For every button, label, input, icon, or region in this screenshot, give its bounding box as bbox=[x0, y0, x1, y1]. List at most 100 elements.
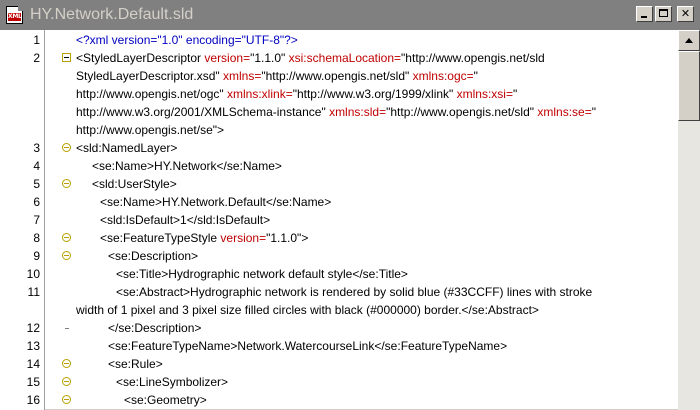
xml-token: "http://www.opengis.net/sld bbox=[401, 51, 545, 65]
code-line[interactable]: 12 </se:Description> bbox=[0, 319, 678, 337]
xml-token: " bbox=[473, 69, 478, 83]
xml-token: <sld:UserStyle> bbox=[92, 177, 177, 191]
xml-file-icon: XML bbox=[6, 6, 23, 24]
xml-token: <se:Description> bbox=[108, 249, 199, 263]
line-number: 7 bbox=[33, 213, 40, 227]
xml-attribute-name: xmlns:ogc= bbox=[412, 69, 474, 83]
editor-client-area: 1 <?xml version="1.0" encoding="UTF-8"?> 2… bbox=[0, 29, 700, 410]
line-number: 4 bbox=[33, 159, 40, 173]
code-line[interactable]: 7 <sld:IsDefault>1</sld:IsDefault> bbox=[0, 211, 678, 229]
code-text: <se:Geometry> bbox=[124, 391, 207, 409]
code-line[interactable]: http://www.opengis.net/ogc" xmlns:xlink=… bbox=[0, 85, 678, 103]
code-text: <se:Name>HY.Network</se:Name> bbox=[92, 157, 282, 175]
xml-token: <sld:NamedLayer> bbox=[76, 141, 178, 155]
close-icon: ✕ bbox=[680, 7, 691, 20]
code-line[interactable]: 2 <StyledLayerDescriptor version="1.1.0" … bbox=[0, 49, 678, 67]
editor-window: XML HY.Network.Default.sld ✕ 1 <?xml vers… bbox=[0, 0, 700, 410]
fold-collapse-icon[interactable] bbox=[61, 355, 72, 373]
xml-token: </se:FeatureTypeName> bbox=[374, 339, 508, 353]
code-line[interactable]: StyledLayerDescriptor.xsd" xmlns="http:/… bbox=[0, 67, 678, 85]
code-text: http://www.w3.org/2001/XMLSchema-instanc… bbox=[76, 103, 596, 121]
xml-token: </sld:IsDefault> bbox=[186, 213, 271, 227]
fold-end-icon bbox=[61, 319, 72, 337]
code-text: http://www.opengis.net/ogc" xmlns:xlink=… bbox=[76, 85, 517, 103]
close-button[interactable]: ✕ bbox=[677, 6, 694, 22]
code-line[interactable]: width of 1 pixel and 3 pixel size filled… bbox=[0, 301, 678, 319]
code-text: <se:Name>HY.Network.Default</se:Name> bbox=[100, 193, 331, 211]
fold-collapse-icon[interactable] bbox=[61, 139, 72, 157]
line-number: 9 bbox=[33, 249, 40, 263]
xml-token: <se:LineSymbolizer> bbox=[116, 375, 229, 389]
xml-attribute-name: xmlns:se= bbox=[537, 105, 592, 119]
line-number bbox=[0, 301, 40, 319]
xml-token: </se:Title> bbox=[352, 267, 408, 281]
xml-attribute-name: xmlns:xsi= bbox=[456, 87, 513, 101]
code-line[interactable]: 11 <se:Abstract>Hydrographic network is r… bbox=[0, 283, 678, 301]
code-line[interactable]: 6 <se:Name>HY.Network.Default</se:Name> bbox=[0, 193, 678, 211]
code-text: <se:Rule> bbox=[108, 355, 163, 373]
fold-collapse-icon[interactable] bbox=[61, 175, 72, 193]
line-number: 14 bbox=[26, 357, 40, 371]
xml-token: </se:Description> bbox=[108, 321, 202, 335]
line-number bbox=[0, 67, 40, 85]
minimize-icon bbox=[641, 16, 647, 18]
code-text: <se:Description> bbox=[108, 247, 198, 265]
code-line[interactable]: 3 <sld:NamedLayer> bbox=[0, 139, 678, 157]
line-number: 10 bbox=[26, 267, 40, 281]
line-number bbox=[0, 121, 40, 139]
fold-collapse-icon[interactable] bbox=[61, 229, 72, 247]
xml-token: Network.WatercourseLink bbox=[237, 339, 375, 353]
scroll-up-button[interactable] bbox=[678, 30, 700, 51]
xml-token: Hydrographic network default style bbox=[168, 267, 353, 281]
fold-collapse-icon[interactable] bbox=[61, 247, 72, 265]
code-line[interactable]: http://www.opengis.net/se"> bbox=[0, 121, 678, 139]
fold-collapse-icon[interactable] bbox=[61, 373, 72, 391]
xml-token: <se:FeatureTypeName> bbox=[108, 339, 238, 353]
fold-collapse-icon[interactable] bbox=[61, 49, 72, 67]
code-line[interactable]: 8 <se:FeatureTypeStyle version="1.1.0"> bbox=[0, 229, 678, 247]
xml-attribute-name: xmlns= bbox=[223, 69, 262, 83]
code-line[interactable]: 1 <?xml version="1.0" encoding="UTF-8"?> bbox=[0, 31, 678, 49]
scroll-up-arrow-icon bbox=[685, 38, 693, 43]
xml-token: <se:Geometry> bbox=[124, 393, 207, 407]
xml-token: " bbox=[512, 87, 518, 101]
xml-declaration: <?xml version="1.0" encoding="UTF-8"?> bbox=[76, 33, 298, 47]
code-line[interactable]: 14 <se:Rule> bbox=[0, 355, 678, 373]
line-number: 2 bbox=[33, 51, 40, 65]
maximize-icon bbox=[659, 9, 668, 17]
code-text: <se:FeatureTypeStyle version="1.1.0"> bbox=[100, 229, 308, 247]
code-line[interactable]: 13 <se:FeatureTypeName>Network.Watercours… bbox=[0, 337, 678, 355]
minimize-button[interactable] bbox=[636, 6, 653, 22]
code-text: <se:Title>Hydrographic network default s… bbox=[116, 265, 408, 283]
line-number: 15 bbox=[26, 375, 40, 389]
xml-token: 1 bbox=[180, 213, 187, 227]
xml-token: "1.1.0" bbox=[250, 51, 289, 65]
line-number: 8 bbox=[33, 231, 40, 245]
line-number: 13 bbox=[26, 339, 40, 353]
code-text: width of 1 pixel and 3 pixel size filled… bbox=[76, 301, 539, 319]
code-editor[interactable]: 1 <?xml version="1.0" encoding="UTF-8"?> 2… bbox=[0, 30, 678, 410]
code-line[interactable]: 9 <se:Description> bbox=[0, 247, 678, 265]
xml-token: <sld:IsDefault> bbox=[100, 213, 181, 227]
xml-token: "http://www.w3.org/1999/xlink" bbox=[292, 87, 457, 101]
code-line[interactable]: 5 <sld:UserStyle> bbox=[0, 175, 678, 193]
title-bar[interactable]: XML HY.Network.Default.sld ✕ bbox=[0, 0, 700, 29]
maximize-button[interactable] bbox=[655, 6, 672, 22]
fold-collapse-icon[interactable] bbox=[61, 391, 72, 409]
code-line[interactable]: 16 <se:Geometry> bbox=[0, 391, 678, 409]
vertical-scrollbar[interactable] bbox=[678, 30, 700, 410]
line-number: 11 bbox=[27, 285, 40, 299]
code-line[interactable]: 4 <se:Name>HY.Network</se:Name> bbox=[0, 157, 678, 175]
line-number: 5 bbox=[33, 177, 40, 191]
code-line[interactable]: http://www.w3.org/2001/XMLSchema-instanc… bbox=[0, 103, 678, 121]
line-number: 12 bbox=[26, 321, 40, 335]
xml-attribute-name: xmlns:xlink= bbox=[227, 87, 293, 101]
xml-token: </se:Abstract> bbox=[461, 303, 539, 317]
xml-token: </se:Name> bbox=[265, 195, 332, 209]
code-line[interactable]: 15 <se:LineSymbolizer> bbox=[0, 373, 678, 391]
code-line[interactable]: 10 <se:Title>Hydrographic network default… bbox=[0, 265, 678, 283]
xml-token: <se:FeatureTypeStyle bbox=[100, 231, 221, 245]
xml-token: http://www.opengis.net/se"> bbox=[76, 123, 225, 137]
code-text: <se:LineSymbolizer> bbox=[116, 373, 228, 391]
scrollbar-thumb[interactable] bbox=[678, 51, 700, 121]
